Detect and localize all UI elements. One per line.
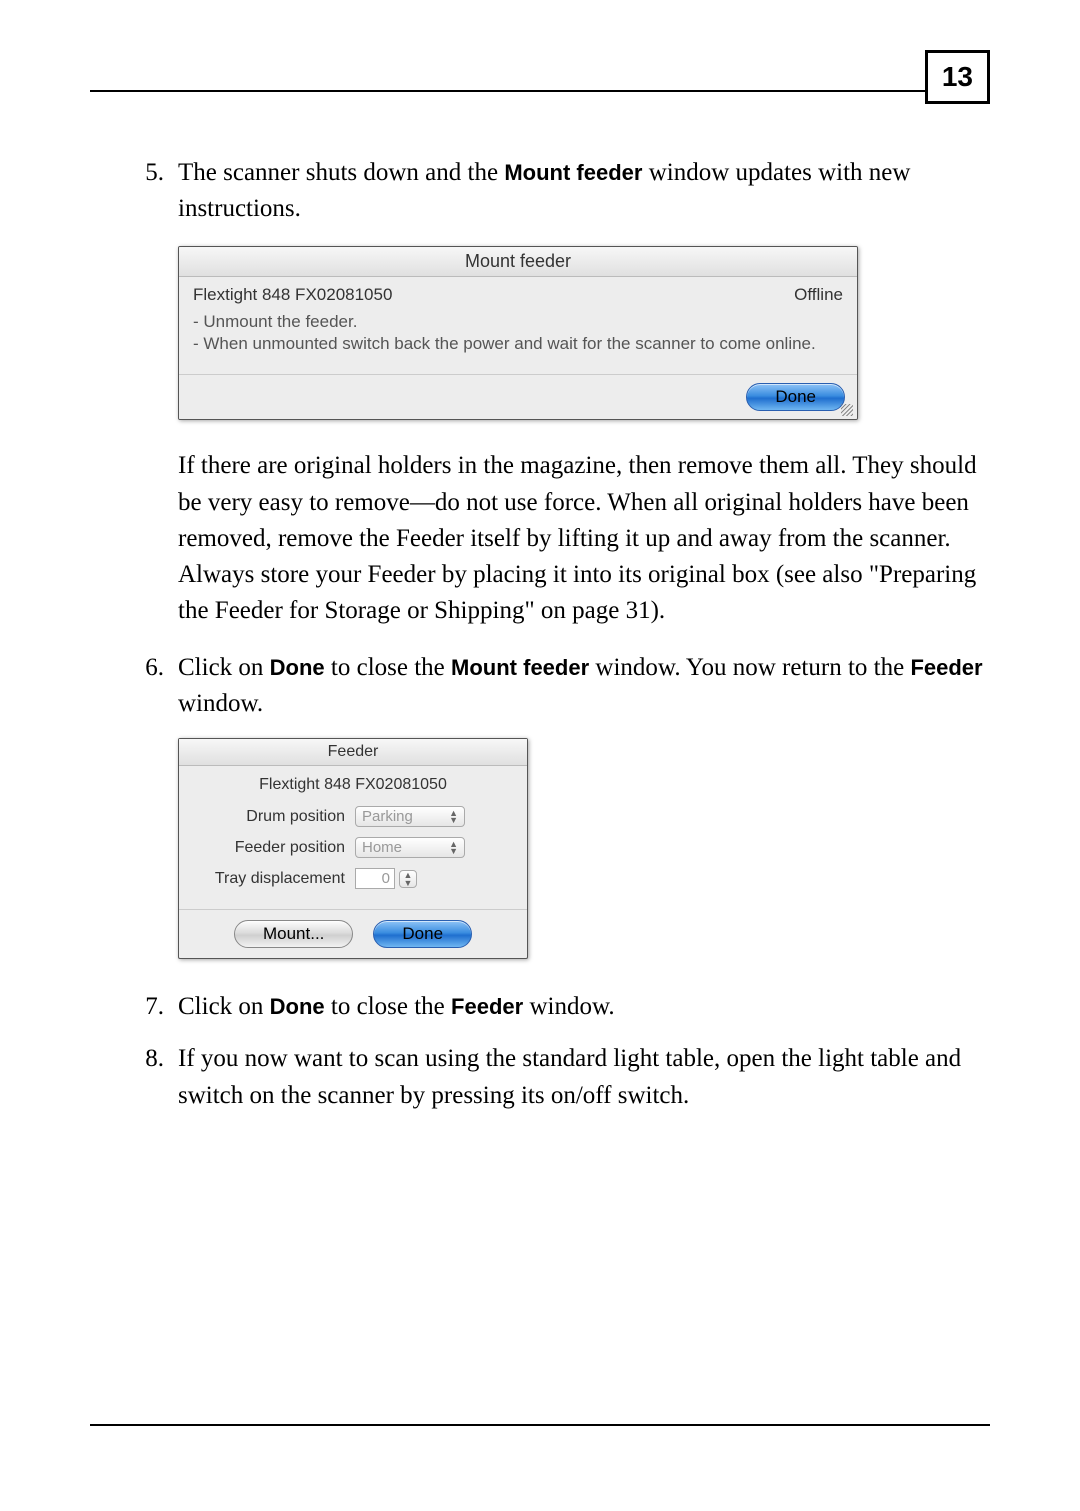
step-7-bold-a: Done xyxy=(270,994,325,1019)
step-6-text: Click on Done to close the Mount feeder … xyxy=(178,650,990,723)
tray-displacement-stepper[interactable]: ▲ ▼ xyxy=(399,870,417,888)
feeder-device: Flextight 848 FX02081050 xyxy=(195,776,511,794)
step-6-number: 6. xyxy=(90,650,178,723)
step-6: 6. Click on Done to close the Mount feed… xyxy=(90,650,990,723)
mount-feeder-line2: - When unmounted switch back the power a… xyxy=(193,333,843,356)
feeder-position-select[interactable]: Home ▲▼ xyxy=(355,837,465,858)
mount-feeder-instructions: - Unmount the feeder. - When unmounted s… xyxy=(179,309,857,375)
feeder-position-value: Home xyxy=(362,839,402,856)
stepper-down-icon: ▼ xyxy=(404,879,413,887)
mount-feeder-line1: - Unmount the feeder. xyxy=(193,311,843,334)
drum-position-value: Parking xyxy=(362,808,413,825)
feeder-dialog: Feeder Flextight 848 FX02081050 Drum pos… xyxy=(178,738,528,959)
step-6-part-d: window. xyxy=(178,690,263,717)
mount-feeder-dialog: Mount feeder Flextight 848 FX02081050 Of… xyxy=(178,246,858,421)
mount-feeder-status: Offline xyxy=(794,285,843,305)
step-5-part-a: The scanner shuts down and the xyxy=(178,159,504,186)
select-arrows-icon: ▲▼ xyxy=(449,841,458,855)
step-6-part-a: Click on xyxy=(178,654,270,681)
mount-feeder-done-button[interactable]: Done xyxy=(746,383,845,411)
step-7-number: 7. xyxy=(90,989,178,1025)
step-8-text: If you now want to scan using the standa… xyxy=(178,1041,990,1114)
step-6-bold-a: Done xyxy=(270,655,325,680)
drum-position-label: Drum position xyxy=(195,808,355,826)
feeder-title: Feeder xyxy=(179,739,527,766)
step-6-part-c: window. You now return to the xyxy=(595,654,910,681)
drum-position-select[interactable]: Parking ▲▼ xyxy=(355,806,465,827)
select-arrows-icon: ▲▼ xyxy=(449,810,458,824)
mount-feeder-device: Flextight 848 FX02081050 xyxy=(193,285,392,305)
page-number: 13 xyxy=(925,50,990,104)
step-5-followup: If there are original holders in the mag… xyxy=(178,448,990,629)
step-6-part-b: to close the xyxy=(331,654,451,681)
step-6-bold-b: Mount feeder xyxy=(451,655,589,680)
step-6-bold-c: Feeder xyxy=(910,655,982,680)
feeder-mount-button[interactable]: Mount... xyxy=(234,920,353,948)
step-5-text: The scanner shuts down and the Mount fee… xyxy=(178,155,990,228)
step-5: 5. The scanner shuts down and the Mount … xyxy=(90,155,990,228)
step-8: 8. If you now want to scan using the sta… xyxy=(90,1041,990,1114)
tray-displacement-field[interactable]: 0 xyxy=(355,868,395,889)
step-8-number: 8. xyxy=(90,1041,178,1114)
resize-grip-icon[interactable] xyxy=(841,404,853,416)
step-7-text: Click on Done to close the Feeder window… xyxy=(178,989,990,1025)
step-7-bold-b: Feeder xyxy=(451,994,523,1019)
footer-rule xyxy=(90,1424,990,1426)
mount-feeder-title: Mount feeder xyxy=(179,247,857,277)
header-rule xyxy=(90,90,990,92)
step-7-part-a: Click on xyxy=(178,993,270,1020)
step-5-number: 5. xyxy=(90,155,178,228)
feeder-position-label: Feeder position xyxy=(195,839,355,857)
step-7-part-c: window. xyxy=(529,993,614,1020)
step-7-part-b: to close the xyxy=(331,993,451,1020)
step-5-bold-a: Mount feeder xyxy=(504,160,642,185)
tray-displacement-label: Tray displacement xyxy=(195,870,355,888)
step-7: 7. Click on Done to close the Feeder win… xyxy=(90,989,990,1025)
feeder-done-button[interactable]: Done xyxy=(373,920,472,948)
